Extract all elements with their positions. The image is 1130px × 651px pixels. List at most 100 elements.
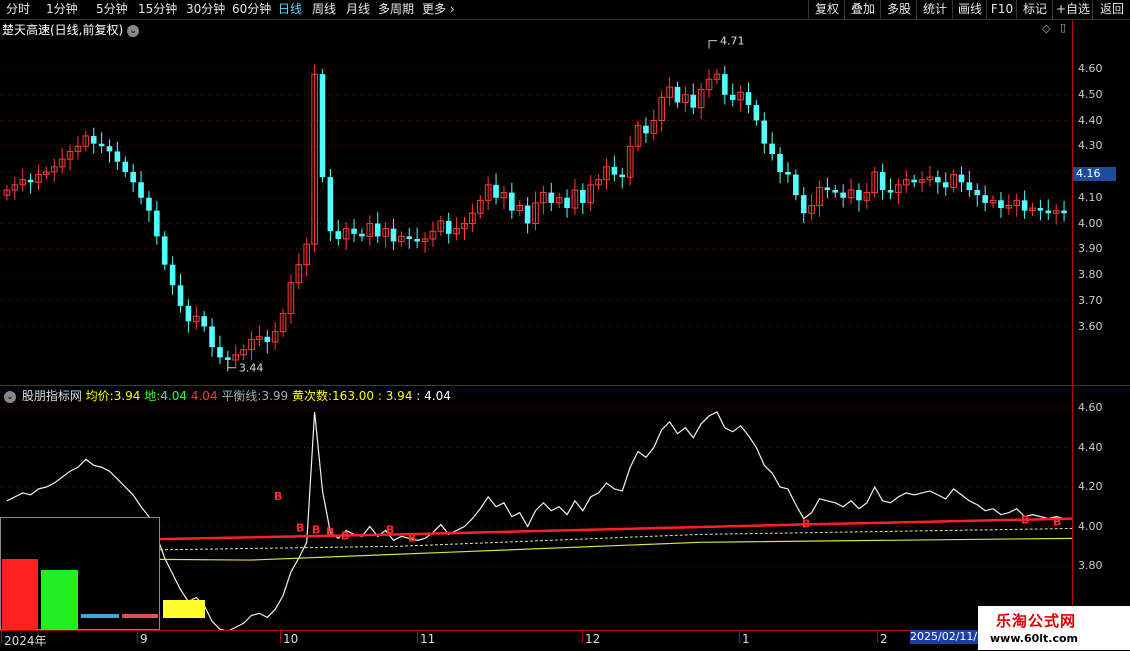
candle-down xyxy=(359,233,365,237)
indicator-tick-label: 3.80 xyxy=(1078,559,1103,572)
buy-marker: B xyxy=(408,531,416,544)
candle-down xyxy=(201,316,207,327)
candle-down xyxy=(122,161,129,172)
indicator-header: ⌄ 股朋指标网 均价:3.94 地:4.04 4.04 平衡线:3.99 黄次数… xyxy=(4,387,451,404)
indicator-tick-label: 4.00 xyxy=(1078,519,1103,533)
watermark: 乐淘公式网 www.60lt.com xyxy=(978,606,1130,650)
bar-blue xyxy=(81,614,119,618)
candle-down xyxy=(619,174,626,178)
candle-down xyxy=(509,192,515,211)
candle-down xyxy=(319,74,326,178)
candle-down xyxy=(351,228,357,234)
candle-down xyxy=(958,174,965,183)
candle-down xyxy=(1021,200,1028,211)
candle-down xyxy=(611,166,618,175)
candle-down xyxy=(493,184,499,198)
candle-down xyxy=(824,187,831,191)
date-label: 10 xyxy=(283,632,299,646)
candle-down xyxy=(27,179,34,183)
yellow-count-label: 黄次数: xyxy=(292,389,333,403)
candle-down xyxy=(690,94,697,108)
yellow-count-value: 163.00 xyxy=(332,389,375,403)
indicator-tick-label: 4.40 xyxy=(1078,440,1103,454)
candle-down xyxy=(729,94,736,100)
date-tick xyxy=(739,631,740,643)
date-label: 9 xyxy=(140,632,148,646)
candle-down xyxy=(580,190,586,203)
buy-marker: B xyxy=(296,522,304,535)
candle-down xyxy=(390,228,397,242)
price-tick-label: 4.60 xyxy=(1078,62,1103,75)
balance-label: 平衡线: xyxy=(221,389,262,403)
low-label: 3.44 xyxy=(239,362,263,375)
panel-separator[interactable] xyxy=(0,385,1130,386)
candle-down xyxy=(777,153,783,172)
candle-down xyxy=(982,195,988,203)
date-tick xyxy=(280,631,281,643)
candle-down xyxy=(674,87,681,103)
candle-down xyxy=(225,357,231,360)
bar-red xyxy=(2,559,38,630)
buy-marker: B xyxy=(312,523,320,536)
candle-down xyxy=(374,223,381,237)
candle-down xyxy=(564,197,570,209)
candle-down xyxy=(169,264,176,286)
candle-down xyxy=(911,179,917,183)
candle-down xyxy=(745,92,752,106)
candle-down xyxy=(935,177,941,183)
candle-down xyxy=(154,210,160,237)
price-tick-label: 4.40 xyxy=(1078,113,1103,127)
buy-marker: B xyxy=(274,490,282,503)
candle-down xyxy=(840,192,846,198)
balance-value: 3.99 xyxy=(261,389,289,403)
candle-down xyxy=(524,205,531,224)
buy-marker: B xyxy=(1021,514,1029,527)
date-label: 2 xyxy=(880,632,888,646)
avg-label: 均价: xyxy=(85,389,114,403)
candle-down xyxy=(793,174,799,196)
date-tick xyxy=(137,631,138,643)
price-tick-label: 3.60 xyxy=(1078,319,1103,333)
candle-down xyxy=(90,135,97,144)
candle-down xyxy=(138,182,144,198)
date-label: 11 xyxy=(420,632,436,646)
candle-down xyxy=(414,238,420,242)
price-tick-label: 4.00 xyxy=(1078,216,1103,230)
kline-chart[interactable]: 4.713.44BB B B B BBB B B xyxy=(0,0,1072,630)
candle-down xyxy=(161,236,168,265)
candle-down xyxy=(217,347,223,358)
ground-value: 4.04 xyxy=(160,389,188,403)
date-tick xyxy=(582,631,583,643)
date-label: 1 xyxy=(742,632,750,646)
candle-down xyxy=(942,182,949,188)
candle-down xyxy=(1045,210,1052,214)
candle-down xyxy=(185,305,192,322)
candle-down xyxy=(1061,210,1067,214)
candle-down xyxy=(445,220,452,234)
bar-green xyxy=(41,570,78,630)
candle-down xyxy=(800,195,807,214)
ground-label: 地: xyxy=(144,389,161,403)
bar-pink xyxy=(122,614,158,618)
watermark-url: www.60lt.com xyxy=(990,632,1079,645)
buy-marker: B xyxy=(341,529,349,542)
indicator-v2: 4.04 xyxy=(424,389,451,403)
candle-down xyxy=(879,172,886,191)
back-button[interactable]: 返回 xyxy=(1092,0,1130,19)
price-tick-label: 3.90 xyxy=(1078,242,1103,256)
candle-down xyxy=(1037,208,1044,211)
indicator-tick-label: 4.60 xyxy=(1078,401,1103,414)
date-label: 12 xyxy=(585,632,601,646)
indicator-name: 股朋指标网 xyxy=(21,389,82,403)
price-tick-label: 4.10 xyxy=(1078,190,1103,204)
candle-down xyxy=(114,151,121,162)
white-line xyxy=(6,411,1065,630)
bar-yellow xyxy=(163,600,205,618)
price-tick-label: 3.80 xyxy=(1078,268,1103,281)
candle-down xyxy=(264,336,271,342)
current-price-tag: 4.16 xyxy=(1073,167,1116,181)
chevron-down-icon[interactable]: ⌄ xyxy=(4,390,16,403)
price-tick-label: 3.70 xyxy=(1078,293,1103,307)
candle-down xyxy=(722,74,728,95)
candle-down xyxy=(98,143,105,147)
